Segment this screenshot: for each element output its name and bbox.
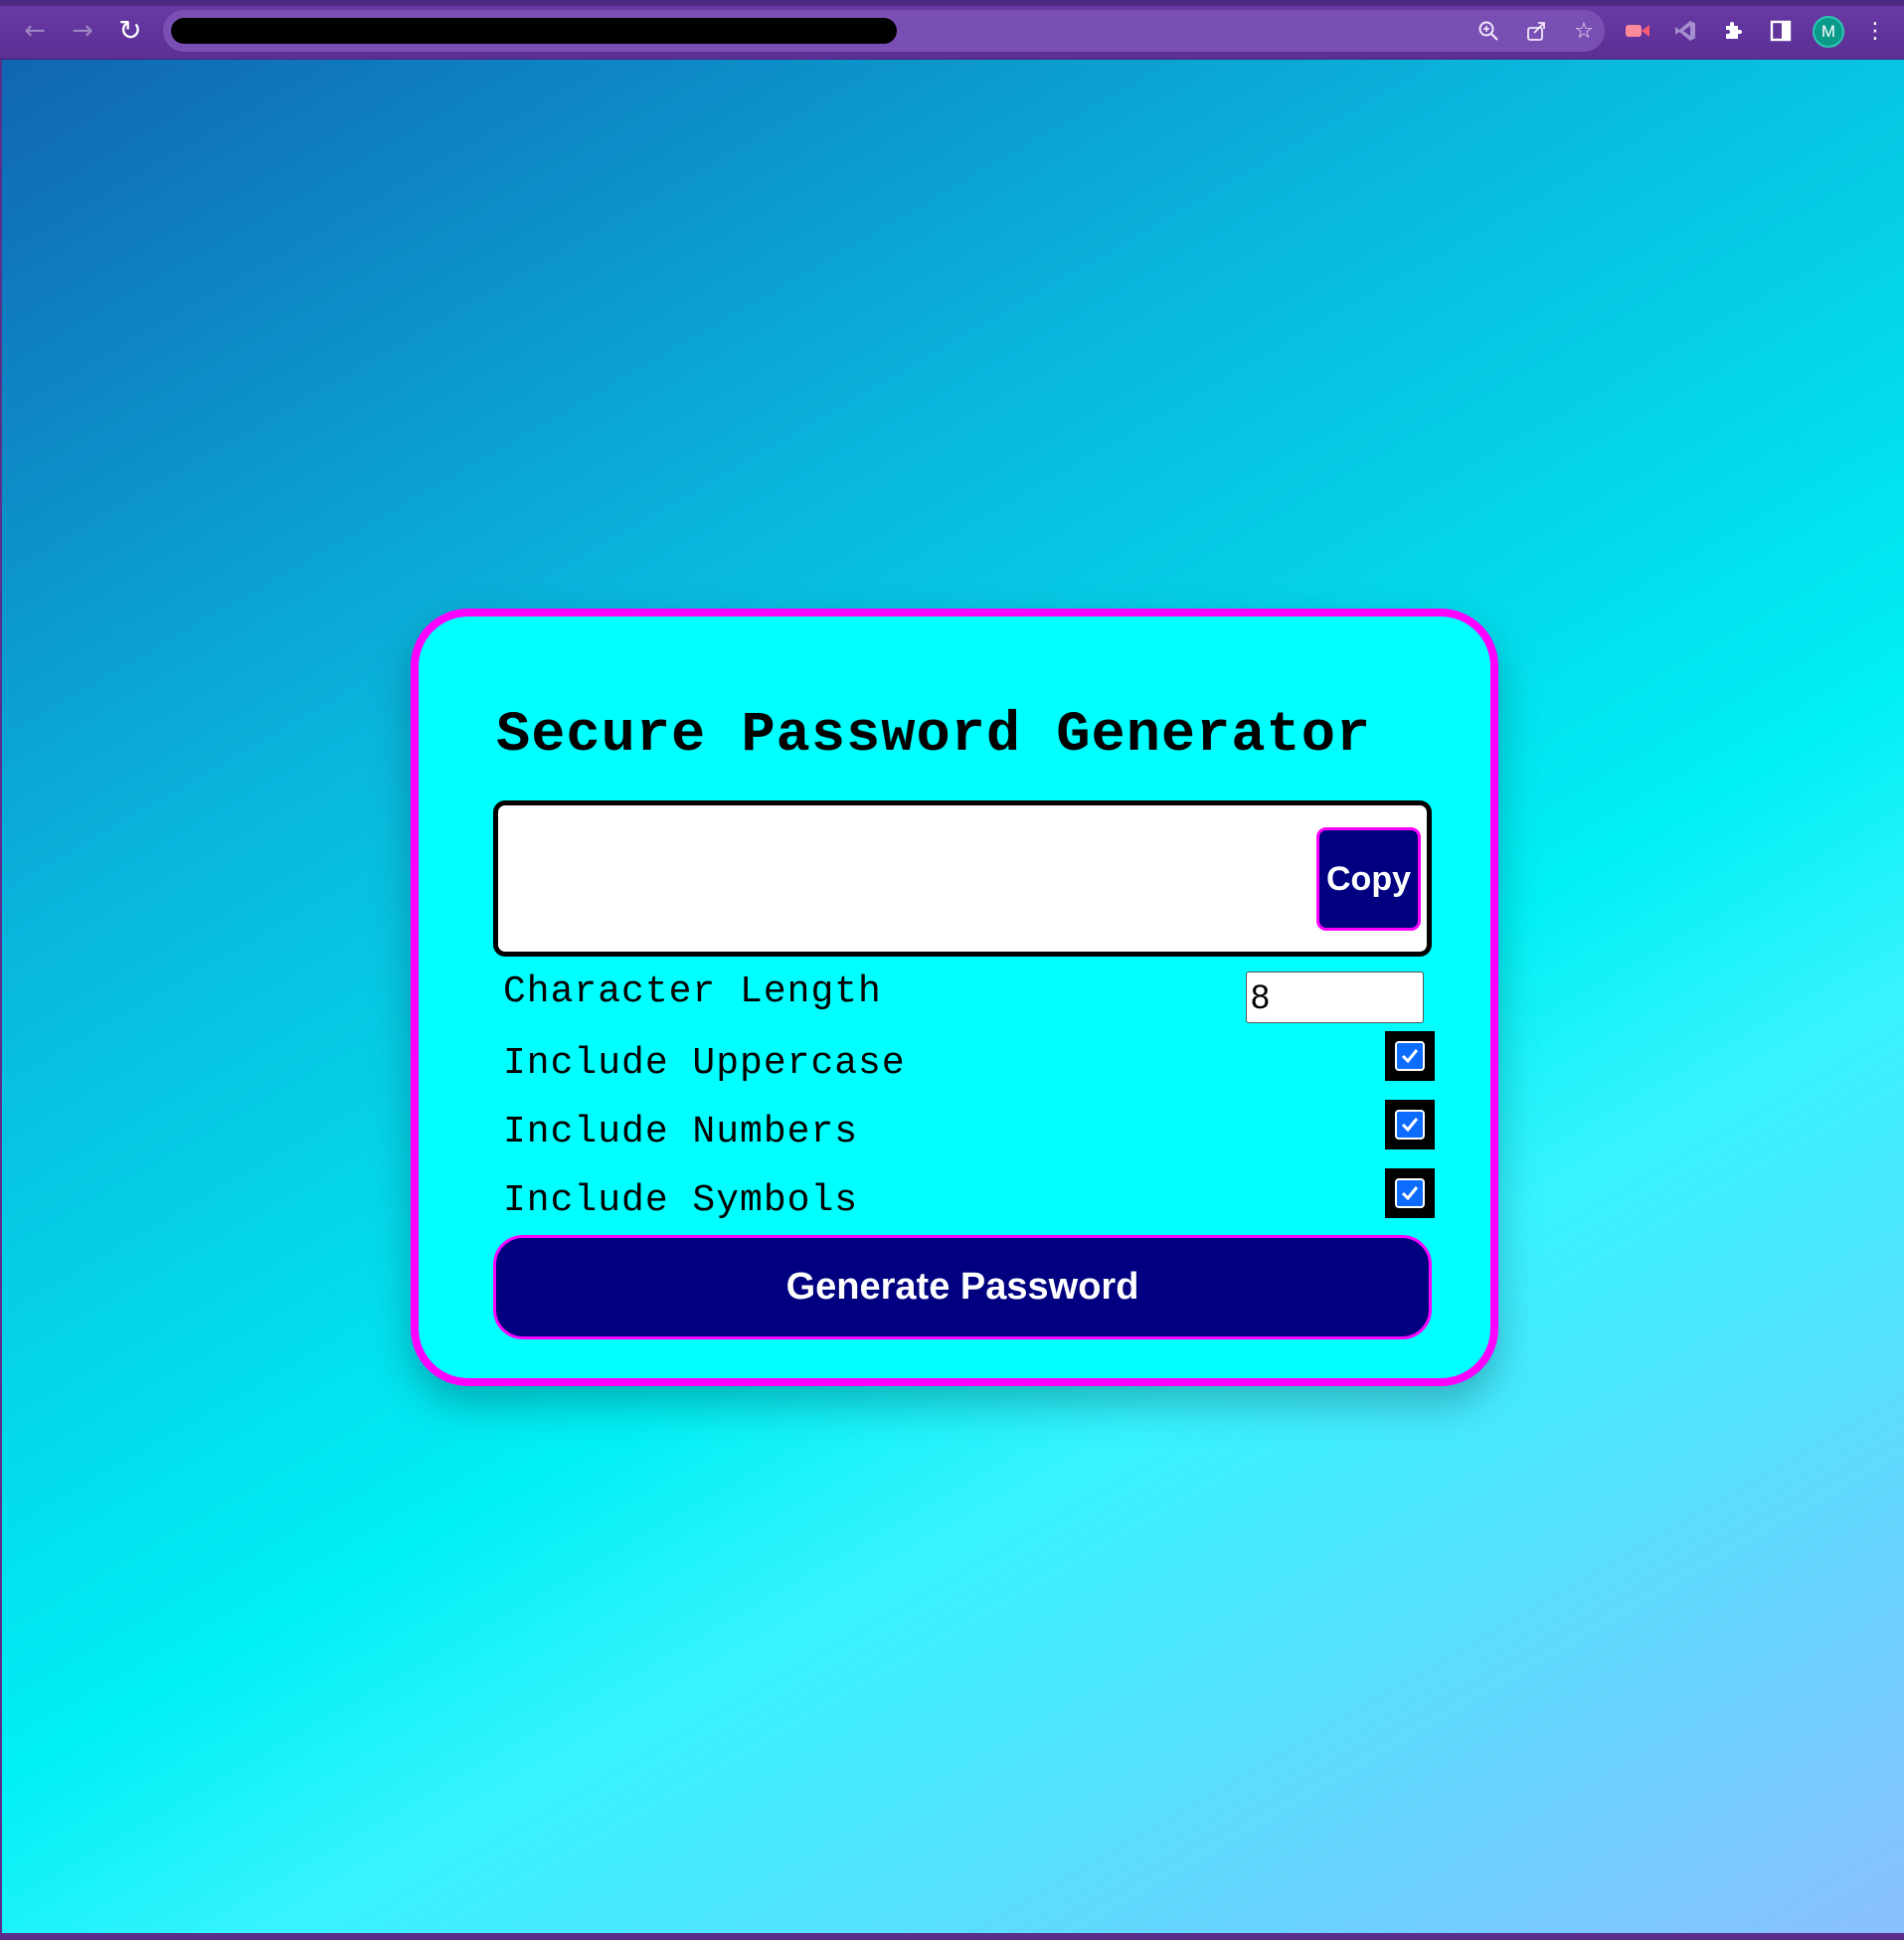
extension-record-icon[interactable] [1623,16,1652,46]
symbols-label: Include Symbols [503,1179,859,1222]
side-panel-icon[interactable] [1766,16,1796,46]
app-title: Secure Password Generator [496,704,1372,768]
redacted-url [171,18,897,44]
window-bottom-border [0,1933,1904,1940]
browser-toolbar: ← → ↻ ☆ M ⋮ [0,0,1904,60]
bookmark-star-icon[interactable]: ☆ [1569,16,1599,46]
tab-strip [0,0,1904,6]
profile-avatar[interactable]: M [1813,16,1844,48]
symbols-checkbox[interactable] [1385,1168,1435,1218]
checkmark-icon [1395,1041,1425,1071]
back-arrow-icon[interactable]: ← [18,14,52,48]
password-result-box: Copy [493,800,1432,957]
vscode-extension-icon[interactable] [1670,16,1700,46]
length-label: Character Length [503,970,882,1013]
length-input[interactable] [1246,971,1424,1023]
more-menu-icon[interactable]: ⋮ [1860,16,1890,46]
password-generator-card: Secure Password Generator Copy Character… [411,609,1498,1386]
uppercase-label: Include Uppercase [503,1042,906,1085]
checkmark-icon [1395,1110,1425,1140]
numbers-checkbox[interactable] [1385,1100,1435,1149]
address-bar[interactable]: ☆ [163,10,1605,52]
copy-button[interactable]: Copy [1316,827,1421,931]
forward-arrow-icon[interactable]: → [66,14,99,48]
numbers-label: Include Numbers [503,1111,859,1153]
uppercase-checkbox[interactable] [1385,1031,1435,1081]
share-icon[interactable] [1521,16,1551,46]
extensions-puzzle-icon[interactable] [1718,16,1748,46]
reload-icon[interactable]: ↻ [113,14,147,48]
checkmark-icon [1395,1178,1425,1208]
zoom-icon[interactable] [1473,16,1503,46]
generate-password-button[interactable]: Generate Password [493,1235,1432,1339]
